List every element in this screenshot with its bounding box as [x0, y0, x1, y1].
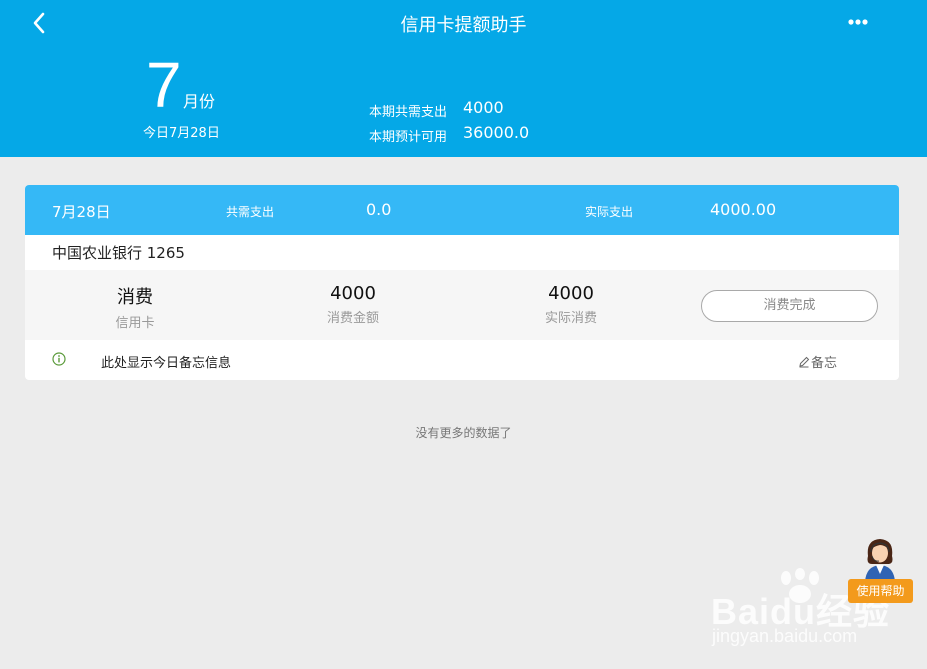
memo-button[interactable]: 备忘: [798, 352, 837, 371]
help-button[interactable]: 使用帮助: [848, 579, 913, 603]
bank-name: 中国农业银行 1265: [52, 244, 185, 262]
actual-amount-label: 实际消费: [544, 311, 597, 326]
actual-amount-value: 4000: [548, 283, 594, 304]
memo-row: 此处显示今日备忘信息 备忘: [25, 340, 899, 380]
memo-button-label: 备忘: [811, 356, 838, 371]
page-title: 信用卡提额助手: [400, 15, 527, 36]
more-dots-icon: [848, 19, 868, 25]
transaction-actual: 4000 实际消费: [531, 283, 611, 326]
complete-button[interactable]: 消费完成: [701, 290, 878, 322]
type-label: 信用卡: [115, 316, 155, 331]
day-card-header: 7月28日 共需支出 0.0 实际支出 4000.00: [25, 185, 899, 235]
support-agent-avatar: [865, 539, 895, 582]
watermark-url: jingyan.baidu.com: [712, 626, 858, 646]
today-date: 今日7月28日: [143, 126, 220, 141]
actual-label: 实际支出: [585, 205, 634, 219]
summary-available: 本期预计可用 36000.0: [369, 123, 529, 145]
transaction-row: 消费 信用卡 4000 消费金额 4000 实际消费 消费完成: [25, 270, 899, 340]
summary-total-needed: 本期共需支出 4000: [369, 98, 504, 120]
card-date: 7月28日: [52, 203, 111, 221]
transaction-amount: 4000 消费金额: [313, 283, 393, 326]
need-label: 共需支出: [226, 205, 275, 219]
app-header: 信用卡提额助手 7 月份 今日7月28日 本期共需支出 4000 本期预计可用 …: [0, 0, 927, 157]
need-value: 0.0: [366, 200, 392, 219]
summary-value: 36000.0: [463, 123, 530, 142]
summary-label: 本期预计可用: [369, 130, 448, 145]
month-unit: 月份: [183, 92, 216, 111]
month-number: 7: [146, 49, 182, 121]
type-value: 消费: [117, 287, 153, 308]
actual-value: 4000.00: [710, 200, 777, 219]
summary-label: 本期共需支出: [369, 105, 448, 120]
info-circle-icon: [52, 352, 66, 366]
list-end-text: 没有更多的数据了: [415, 426, 512, 440]
amount-label: 消费金额: [326, 311, 379, 326]
summary-value: 4000: [463, 98, 504, 117]
amount-value: 4000: [330, 283, 376, 304]
memo-text: 此处显示今日备忘信息: [101, 356, 232, 371]
pencil-icon: [799, 356, 810, 368]
transaction-type: 消费 信用卡: [95, 283, 175, 331]
day-card: 7月28日 共需支出 0.0 实际支出 4000.00 中国农业银行 1265 …: [25, 185, 899, 380]
help-widget[interactable]: 使用帮助: [848, 534, 913, 604]
more-button[interactable]: [847, 14, 871, 30]
